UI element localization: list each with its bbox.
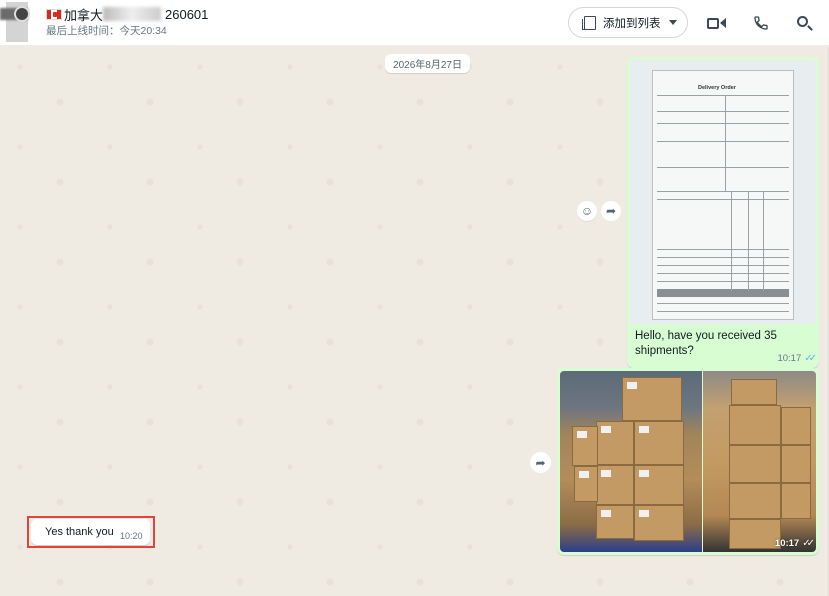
chevron-down-icon bbox=[669, 20, 677, 25]
add-to-list-button[interactable]: 添加到列表 bbox=[568, 7, 688, 38]
document-title: Delivery Order bbox=[698, 85, 736, 91]
contact-avatar[interactable] bbox=[0, 2, 34, 42]
forward-icon[interactable]: ➦ bbox=[530, 452, 551, 473]
read-receipt-icon: ✓✓ bbox=[802, 538, 815, 549]
read-receipt-icon: ✓✓ bbox=[804, 353, 817, 364]
redacted-name bbox=[103, 7, 162, 21]
forward-icon[interactable]: ➦ bbox=[601, 201, 621, 221]
contact-name[interactable]: 加拿大 260601 bbox=[46, 5, 208, 23]
message-time: 10:17 bbox=[774, 538, 800, 549]
emoji-react-icon[interactable]: ☺ bbox=[577, 201, 597, 221]
document-image[interactable]: Delivery Order bbox=[630, 60, 816, 324]
last-seen-status: 最后上线时间：今天20:34 bbox=[46, 25, 167, 37]
outgoing-message[interactable]: 10:17 ✓✓ bbox=[557, 368, 819, 555]
search-icon[interactable] bbox=[793, 12, 815, 34]
photo-boxes-right[interactable] bbox=[703, 371, 816, 552]
contact-list-icon bbox=[582, 16, 596, 30]
outgoing-message[interactable]: Delivery Order Hello, have you received … bbox=[627, 57, 819, 368]
add-to-list-label: 添加到列表 bbox=[603, 17, 661, 30]
message-meta: 10:17 ✓✓ bbox=[777, 353, 817, 364]
highlight-annotation bbox=[27, 516, 155, 548]
contact-name-prefix: 加拿大 bbox=[64, 7, 104, 23]
message-time: 10:17 bbox=[777, 353, 802, 364]
phone-icon[interactable] bbox=[750, 12, 772, 34]
chat-header: 加拿大 260601 最后上线时间：今天20:34 添加到列表 bbox=[0, 0, 829, 46]
message-meta: 10:17 ✓✓ bbox=[774, 538, 815, 549]
chat-area[interactable]: 2026年8月27日 ☺ ➦ Delivery Order Hello, hav… bbox=[0, 47, 829, 596]
contact-name-suffix: 260601 bbox=[165, 6, 209, 22]
canada-flag-icon bbox=[46, 8, 62, 20]
photo-boxes-left[interactable] bbox=[560, 371, 702, 552]
date-divider: 2026年8月27日 bbox=[385, 54, 470, 73]
video-call-icon[interactable] bbox=[705, 12, 727, 34]
